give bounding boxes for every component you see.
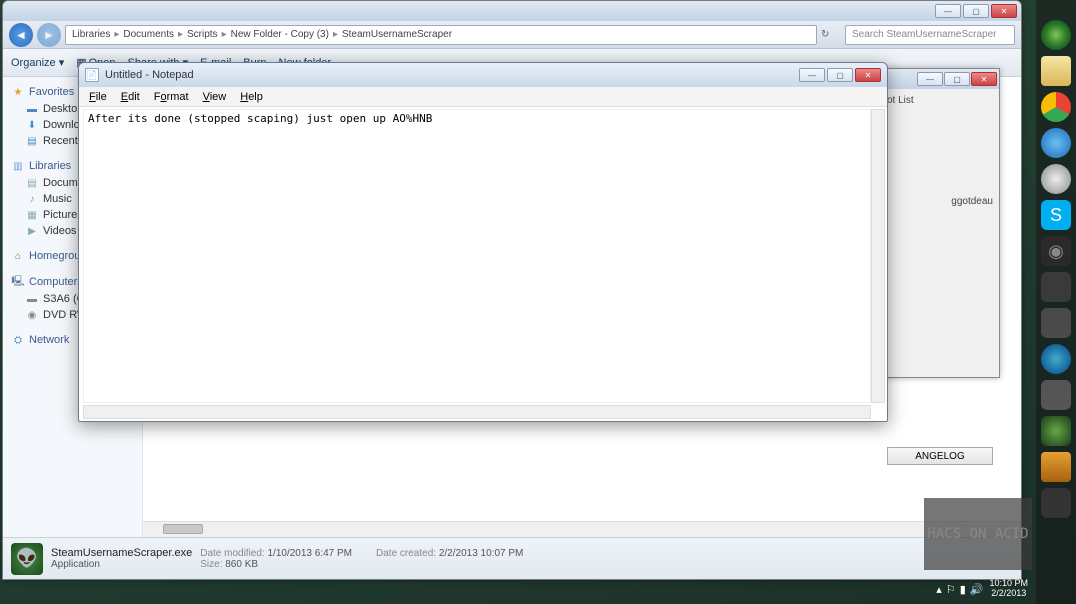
explorer-titlebar[interactable]: — ▢ ✕ [3, 1, 1021, 21]
dock-app4-icon[interactable] [1041, 488, 1071, 518]
tray-arrow-icon[interactable]: ▴ [936, 583, 942, 596]
notepad-maximize-button[interactable]: ▢ [827, 68, 853, 82]
video-icon: ▶ [25, 224, 39, 238]
menu-view[interactable]: View [197, 89, 233, 105]
menu-file[interactable]: File [83, 89, 113, 105]
dock-app2-icon[interactable] [1041, 308, 1071, 338]
details-size: 860 KB [225, 559, 258, 570]
menu-help[interactable]: Help [234, 89, 269, 105]
start-orb[interactable] [1041, 20, 1071, 50]
details-created-label: Date created: [376, 548, 436, 559]
dock-app3-icon[interactable] [1041, 380, 1071, 410]
library-icon: ▥ [11, 159, 25, 173]
desktop-dock: S ◉ [1036, 0, 1076, 604]
watermark: HACS ON ACID [924, 498, 1032, 570]
music-icon: ♪ [25, 192, 39, 206]
nav-forward-button[interactable]: ► [37, 23, 61, 47]
tray-volume-icon[interactable]: 🔊 [970, 583, 984, 596]
notepad-minimize-button[interactable]: — [799, 68, 825, 82]
app2-changelog-button[interactable]: ANGELOG [887, 447, 993, 465]
menu-format[interactable]: Format [148, 89, 195, 105]
desktop: S ◉ — ▢ ✕ ◄ ► Libraries▸ Documents▸ Scri… [0, 0, 1076, 604]
refresh-icon[interactable]: ↻ [821, 29, 841, 40]
notepad-hscrollbar[interactable] [83, 405, 871, 419]
notepad-menubar: File Edit Format View Help [79, 87, 887, 107]
app2-maximize-button[interactable]: ▢ [944, 72, 970, 86]
tray-flag-icon[interactable]: ⚐ [946, 583, 956, 596]
dock-steam-icon[interactable]: ◉ [1041, 236, 1071, 266]
dock-skype-icon[interactable]: S [1041, 200, 1071, 230]
app2-label: ot List [887, 95, 993, 106]
dock-chrome-icon[interactable] [1041, 92, 1071, 122]
file-icon: 👽 [11, 543, 43, 575]
download-icon: ⬇ [25, 118, 39, 132]
tray-date: 2/2/2013 [989, 589, 1028, 599]
search-input[interactable]: Search SteamUsernameScraper [845, 25, 1015, 45]
homegroup-icon: ⌂ [11, 249, 25, 263]
notepad-window: 📄 Untitled - Notepad — ▢ ✕ File Edit For… [78, 62, 888, 422]
notepad-title: Untitled - Notepad [105, 69, 799, 81]
breadcrumb-item[interactable]: Scripts [187, 29, 218, 40]
menu-edit[interactable]: Edit [115, 89, 146, 105]
dock-green-icon[interactable] [1041, 416, 1071, 446]
star-icon: ★ [11, 85, 25, 99]
details-modified-label: Date modified: [200, 548, 264, 559]
app2-close-button[interactable]: ✕ [971, 72, 997, 86]
desktop-icon: ▬ [25, 102, 39, 116]
background-app-window: — ▢ ✕ ot List ggotdeau ANGELOG [880, 68, 1000, 378]
dock-app1-icon[interactable] [1041, 272, 1071, 302]
breadcrumb-item[interactable]: Libraries [72, 29, 110, 40]
recent-icon: ▤ [25, 134, 39, 148]
explorer-navbar: ◄ ► Libraries▸ Documents▸ Scripts▸ New F… [3, 21, 1021, 49]
breadcrumb-item[interactable]: New Folder - Copy (3) [231, 29, 329, 40]
computer-icon: 🖳 [11, 275, 25, 289]
content-hscrollbar[interactable] [143, 521, 1021, 537]
notepad-titlebar[interactable]: 📄 Untitled - Notepad — ▢ ✕ [79, 63, 887, 87]
details-size-label: Size: [200, 559, 222, 570]
system-tray: ▴ ⚐ ▮ 🔊 10:10 PM 2/2/2013 [928, 574, 1036, 604]
notepad-textarea[interactable]: After its done (stopped scaping) just op… [83, 109, 871, 403]
picture-icon: ▦ [25, 208, 39, 222]
dock-disc-icon[interactable] [1041, 164, 1071, 194]
network-icon: ⛭ [11, 333, 25, 347]
explorer-close-button[interactable]: ✕ [991, 4, 1017, 18]
drive-icon: ▬ [25, 292, 39, 306]
doc-icon: ▤ [25, 176, 39, 190]
dock-quicktime-icon[interactable] [1041, 344, 1071, 374]
details-pane: 👽 SteamUsernameScraper.exe Application D… [3, 537, 1021, 579]
explorer-minimize-button[interactable]: — [935, 4, 961, 18]
details-created: 2/2/2013 10:07 PM [439, 548, 524, 559]
scrollbar-thumb[interactable] [163, 524, 203, 534]
dock-folder-icon[interactable] [1041, 56, 1071, 86]
notepad-vscrollbar[interactable] [871, 109, 885, 403]
tray-clock[interactable]: 10:10 PM 2/2/2013 [989, 579, 1028, 599]
explorer-maximize-button[interactable]: ▢ [963, 4, 989, 18]
details-filename: SteamUsernameScraper.exe [51, 547, 192, 559]
app2-titlebar[interactable]: — ▢ ✕ [881, 69, 999, 89]
breadcrumb[interactable]: Libraries▸ Documents▸ Scripts▸ New Folde… [65, 25, 817, 45]
breadcrumb-item[interactable]: Documents [123, 29, 174, 40]
toolbar-organize[interactable]: Organize ▾ [11, 56, 64, 69]
breadcrumb-item[interactable]: SteamUsernameScraper [342, 29, 452, 40]
details-filetype: Application [51, 559, 192, 570]
app2-minimize-button[interactable]: — [917, 72, 943, 86]
app2-text: ggotdeau [887, 196, 993, 207]
notepad-icon: 📄 [85, 68, 99, 82]
dvd-icon: ◉ [25, 308, 39, 322]
tray-network-icon[interactable]: ▮ [960, 583, 966, 596]
details-modified: 1/10/2013 6:47 PM [268, 548, 353, 559]
nav-back-button[interactable]: ◄ [9, 23, 33, 47]
notepad-close-button[interactable]: ✕ [855, 68, 881, 82]
dock-ie-icon[interactable] [1041, 128, 1071, 158]
dock-shield-icon[interactable] [1041, 452, 1071, 482]
